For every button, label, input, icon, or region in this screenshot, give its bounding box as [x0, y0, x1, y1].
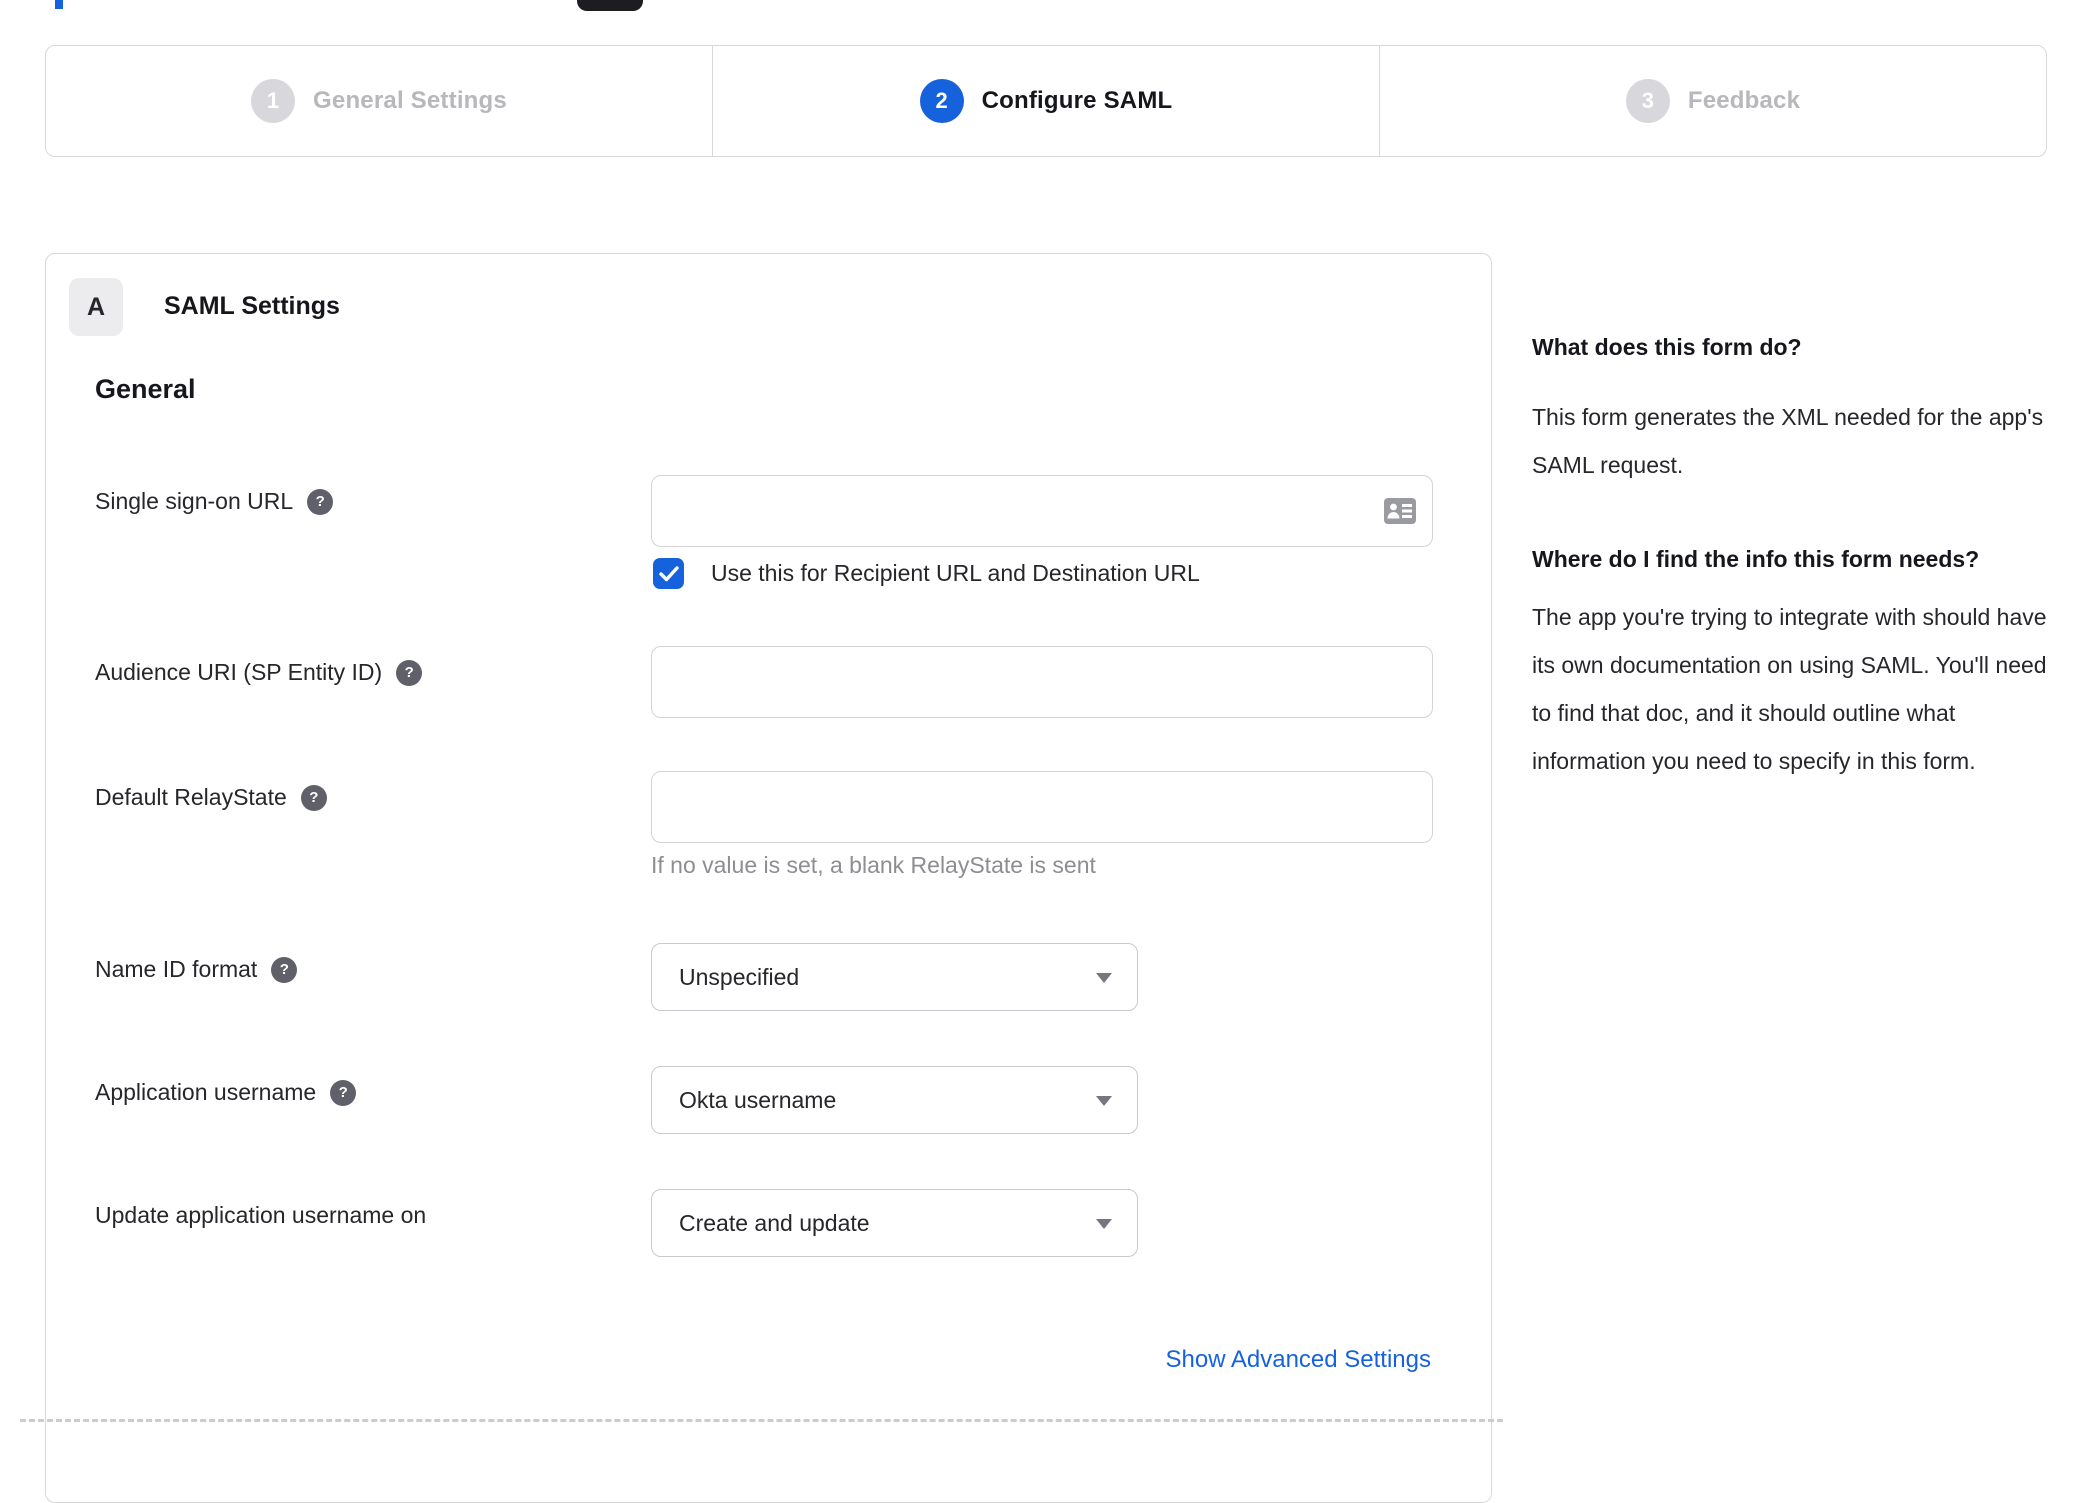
show-advanced-settings-link[interactable]: Show Advanced Settings — [1165, 1346, 1431, 1374]
checkmark-icon — [658, 565, 679, 581]
app-username-select[interactable]: Okta username — [651, 1066, 1138, 1134]
nameid-format-label-text: Name ID format — [95, 956, 258, 982]
update-username-label-text: Update application username on — [95, 1202, 427, 1228]
nameid-format-value: Unspecified — [679, 963, 800, 990]
audience-uri-label-text: Audience URI (SP Entity ID) — [95, 659, 383, 685]
help-sidebar: What does this form do? This form genera… — [1532, 327, 2072, 785]
step-feedback[interactable]: 3 Feedback — [1379, 46, 2046, 156]
section-a-badge: A — [69, 278, 123, 336]
sidebar-body-where: The app you're trying to integrate with … — [1532, 604, 2047, 774]
step-2-badge: 2 — [919, 79, 964, 123]
help-icon[interactable]: ? — [330, 1079, 357, 1106]
sidebar-heading-what: What does this form do? — [1532, 334, 1802, 360]
step-3-badge: 3 — [1625, 79, 1670, 123]
nameid-format-label: Name ID format ? — [95, 956, 298, 983]
step-2-label: Configure SAML — [981, 87, 1173, 114]
chevron-down-icon — [1096, 1096, 1112, 1106]
audience-uri-row: Audience URI (SP Entity ID) ? — [46, 646, 1491, 718]
panel-title: SAML Settings — [164, 292, 340, 320]
sso-url-label: Single sign-on URL ? — [95, 488, 334, 515]
audience-uri-label: Audience URI (SP Entity ID) ? — [95, 659, 423, 686]
clipped-header-logo-fragment — [577, 0, 643, 11]
step-configure-saml[interactable]: 2 Configure SAML — [712, 46, 1379, 156]
sidebar-heading-where: Where do I find the info this form needs… — [1532, 546, 1980, 572]
page: 1 General Settings 2 Configure SAML 3 Fe… — [0, 0, 2092, 1503]
saml-settings-panel: A SAML Settings General Single sign-on U… — [45, 253, 1492, 1503]
app-username-row: Application username ? Okta username — [46, 1066, 1491, 1134]
update-username-select[interactable]: Create and update — [651, 1189, 1138, 1257]
help-icon[interactable]: ? — [300, 784, 327, 811]
app-username-label: Application username ? — [95, 1079, 357, 1106]
update-username-label: Update application username on — [95, 1202, 426, 1229]
relaystate-helper-text: If no value is set, a blank RelayState i… — [651, 852, 1096, 878]
chevron-down-icon — [1096, 973, 1112, 983]
dashed-separator — [20, 1419, 1503, 1422]
help-icon[interactable]: ? — [271, 956, 298, 983]
app-username-value: Okta username — [679, 1086, 837, 1113]
relaystate-input[interactable] — [651, 771, 1433, 843]
clipped-header-fragment — [55, 0, 63, 9]
relaystate-row: Default RelayState ? — [46, 771, 1491, 843]
app-username-label-text: Application username — [95, 1079, 317, 1105]
step-3-label: Feedback — [1687, 87, 1801, 114]
help-icon[interactable]: ? — [396, 659, 423, 686]
nameid-format-select[interactable]: Unspecified — [651, 943, 1138, 1011]
update-username-row: Update application username on Create an… — [46, 1189, 1491, 1257]
update-username-value: Create and update — [679, 1209, 870, 1236]
audience-uri-input[interactable] — [651, 646, 1433, 718]
nameid-format-row: Name ID format ? Unspecified — [46, 943, 1491, 1011]
general-group-heading: General — [95, 374, 196, 404]
relaystate-label: Default RelayState ? — [95, 784, 327, 811]
sso-url-input[interactable] — [651, 475, 1433, 547]
step-1-badge: 1 — [251, 79, 296, 123]
wizard-stepper: 1 General Settings 2 Configure SAML 3 Fe… — [45, 45, 2047, 157]
recipient-url-checkbox-label: Use this for Recipient URL and Destinati… — [711, 560, 1200, 586]
relaystate-label-text: Default RelayState — [95, 784, 287, 810]
recipient-url-checkbox[interactable] — [653, 558, 684, 589]
sso-url-label-text: Single sign-on URL — [95, 488, 294, 514]
sidebar-body-what: This form generates the XML needed for t… — [1532, 404, 2044, 478]
contact-card-icon[interactable] — [1383, 497, 1417, 525]
help-icon[interactable]: ? — [307, 488, 334, 515]
chevron-down-icon — [1096, 1219, 1112, 1229]
recipient-url-row: Use this for Recipient URL and Destinati… — [46, 558, 1491, 589]
sso-url-row: Single sign-on URL ? — [46, 475, 1491, 547]
step-1-label: General Settings — [313, 87, 507, 114]
step-general-settings[interactable]: 1 General Settings — [46, 46, 712, 156]
